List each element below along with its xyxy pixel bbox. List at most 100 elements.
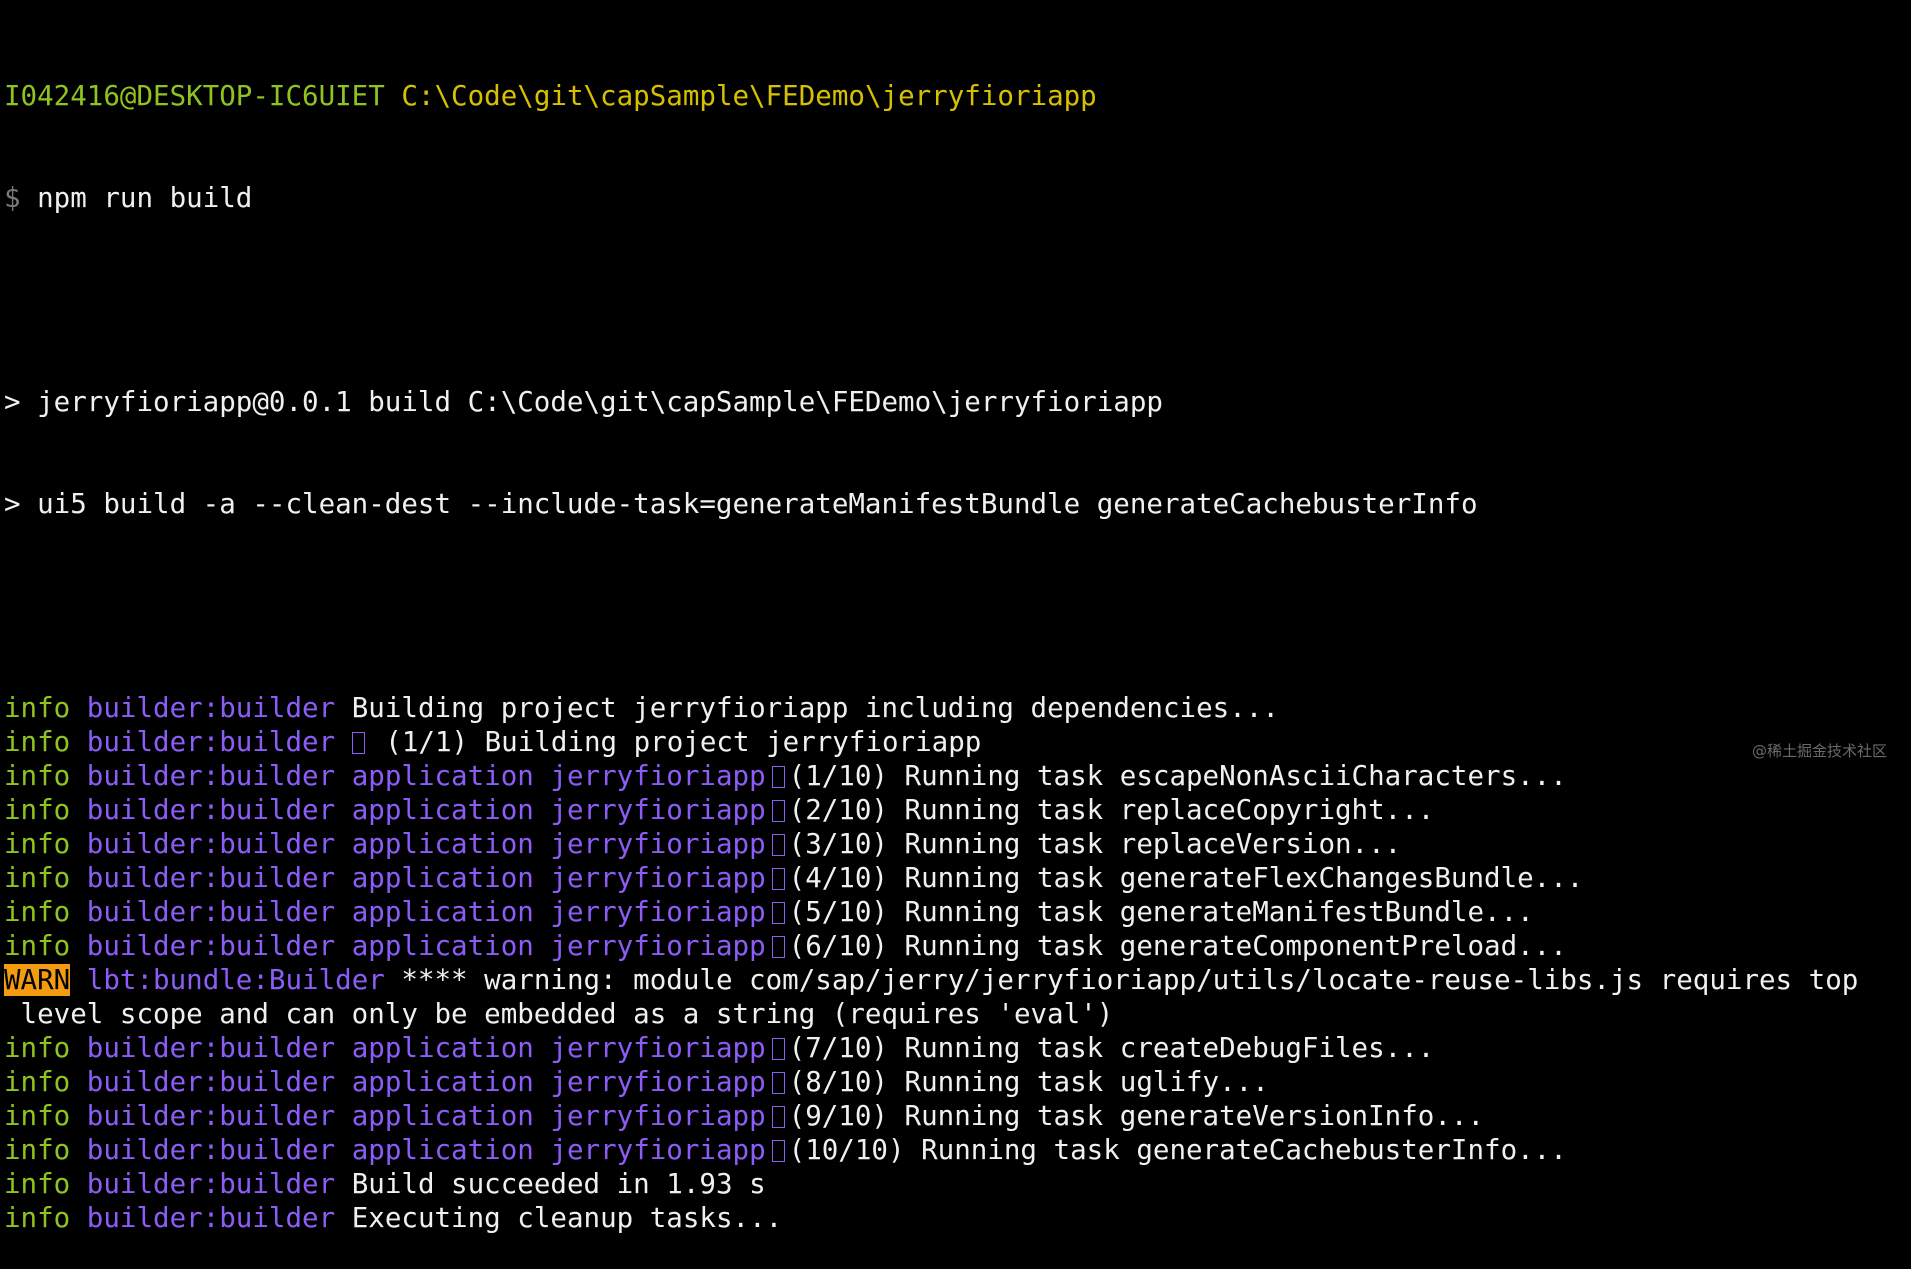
log-message: (1/10) Running task escapeNonAsciiCharac… xyxy=(788,760,1567,792)
terminal-output[interactable]: I042416@DESKTOP-IC6UIET C:\Code\git\capS… xyxy=(4,11,1909,1269)
log-project: jerryfioriapp xyxy=(550,760,766,792)
log-message: (1/1) Building project jerryfioriapp xyxy=(385,726,982,758)
log-line: info builder:builder (1/1) Building proj… xyxy=(4,725,1909,759)
log-level: info xyxy=(4,726,71,758)
log-message: (5/10) Running task generateManifestBund… xyxy=(788,896,1534,928)
log-project: jerryfioriapp xyxy=(550,930,766,962)
log-module: builder:builder xyxy=(86,1100,336,1132)
log-module: builder:builder xyxy=(86,1134,336,1166)
log-message: (6/10) Running task generateComponentPre… xyxy=(788,930,1567,962)
log-module: builder:builder xyxy=(86,930,336,962)
missing-glyph-box-icon xyxy=(771,1038,785,1060)
log-line-continuation: level scope and can only be embedded as … xyxy=(4,997,1909,1031)
log-application: application xyxy=(351,794,534,826)
log-module: builder:builder xyxy=(86,726,336,758)
log-level: info xyxy=(4,794,71,826)
log-application: application xyxy=(351,896,534,928)
log-line: info builder:builder application jerryfi… xyxy=(4,827,1909,861)
log-line: info builder:builder application jerryfi… xyxy=(4,929,1909,963)
missing-glyph-box-icon xyxy=(771,1140,785,1162)
log-level: info xyxy=(4,1032,71,1064)
build-log: info builder:builder Building project je… xyxy=(4,691,1909,1235)
log-line: info builder:builder application jerryfi… xyxy=(4,1099,1909,1133)
log-level: info xyxy=(4,760,71,792)
log-project: jerryfioriapp xyxy=(550,794,766,826)
command-line: $ npm run build xyxy=(4,181,1909,215)
log-project: jerryfioriapp xyxy=(550,1032,766,1064)
missing-glyph-box-icon xyxy=(771,766,785,788)
log-line: info builder:builder Building project je… xyxy=(4,691,1909,725)
log-module: builder:builder xyxy=(86,1066,336,1098)
log-project: jerryfioriapp xyxy=(550,1134,766,1166)
log-application: application xyxy=(351,1134,534,1166)
log-application: application xyxy=(351,1066,534,1098)
log-level: info xyxy=(4,896,71,928)
log-application: application xyxy=(351,1032,534,1064)
log-application: application xyxy=(351,760,534,792)
log-message: **** warning: module com/sap/jerry/jerry… xyxy=(401,964,1859,996)
log-line: info builder:builder application jerryfi… xyxy=(4,759,1909,793)
warn-badge: WARN xyxy=(4,964,71,996)
log-application: application xyxy=(351,1100,534,1132)
missing-glyph-box-icon xyxy=(771,834,785,856)
log-application: application xyxy=(351,828,534,860)
log-module: builder:builder xyxy=(86,862,336,894)
log-message: (7/10) Running task createDebugFiles... xyxy=(788,1032,1435,1064)
log-module: lbt:bundle:Builder xyxy=(86,964,385,996)
log-message: (8/10) Running task uglify... xyxy=(788,1066,1269,1098)
missing-glyph-box-icon xyxy=(771,1106,785,1128)
missing-glyph-box-icon xyxy=(771,868,785,890)
log-module: builder:builder xyxy=(86,794,336,826)
log-level: info xyxy=(4,1100,71,1132)
missing-glyph-box-icon xyxy=(771,936,785,958)
log-line: info builder:builder Executing cleanup t… xyxy=(4,1201,1909,1235)
prompt-line: I042416@DESKTOP-IC6UIET C:\Code\git\capS… xyxy=(4,79,1909,113)
log-message: (4/10) Running task generateFlexChangesB… xyxy=(788,862,1584,894)
log-level: info xyxy=(4,930,71,962)
log-module: builder:builder xyxy=(86,896,336,928)
log-level: info xyxy=(4,1168,71,1200)
log-line: info builder:builder application jerryfi… xyxy=(4,1031,1909,1065)
log-module: builder:builder xyxy=(86,828,336,860)
log-project: jerryfioriapp xyxy=(550,828,766,860)
missing-glyph-box-icon xyxy=(771,1072,785,1094)
log-level: info xyxy=(4,1134,71,1166)
log-level: info xyxy=(4,1066,71,1098)
log-message: Executing cleanup tasks... xyxy=(351,1202,783,1234)
log-message: (10/10) Running task generateCachebuster… xyxy=(788,1134,1567,1166)
missing-glyph-box-icon xyxy=(771,902,785,924)
missing-glyph-box-icon xyxy=(771,800,785,822)
log-message: (2/10) Running task replaceCopyright... xyxy=(788,794,1435,826)
log-line: info builder:builder application jerryfi… xyxy=(4,861,1909,895)
log-module: builder:builder xyxy=(86,1202,336,1234)
log-level: info xyxy=(4,828,71,860)
log-line: info builder:builder application jerryfi… xyxy=(4,793,1909,827)
log-application: application xyxy=(351,930,534,962)
log-message: (9/10) Running task generateVersionInfo.… xyxy=(788,1100,1485,1132)
log-line: info builder:builder Build succeeded in … xyxy=(4,1167,1909,1201)
log-line: WARN lbt:bundle:Builder **** warning: mo… xyxy=(4,963,1909,997)
log-line: info builder:builder application jerryfi… xyxy=(4,1133,1909,1167)
log-module: builder:builder xyxy=(86,1168,336,1200)
prompt-path: C:\Code\git\capSample\FEDemo\jerryfioria… xyxy=(401,80,1097,112)
npm-output-line: > jerryfioriapp@0.0.1 build C:\Code\git\… xyxy=(4,386,1163,418)
watermark: @稀土掘金技术社区 xyxy=(1751,742,1887,760)
log-line: info builder:builder application jerryfi… xyxy=(4,1065,1909,1099)
log-message: Build succeeded in 1.93 s xyxy=(351,1168,766,1200)
log-level: info xyxy=(4,692,71,724)
command-text: npm run build xyxy=(37,182,253,214)
missing-glyph-box-icon xyxy=(351,732,365,754)
log-project: jerryfioriapp xyxy=(550,1100,766,1132)
log-message: (3/10) Running task replaceVersion... xyxy=(788,828,1402,860)
log-line: info builder:builder application jerryfi… xyxy=(4,895,1909,929)
log-module: builder:builder xyxy=(86,1032,336,1064)
log-level: info xyxy=(4,1202,71,1234)
log-project: jerryfioriapp xyxy=(550,862,766,894)
log-message: Building project jerryfioriapp including… xyxy=(351,692,1279,724)
log-module: builder:builder xyxy=(86,692,336,724)
log-module: builder:builder xyxy=(86,760,336,792)
npm-output-line: > ui5 build -a --clean-dest --include-ta… xyxy=(4,488,1478,520)
prompt-dollar: $ xyxy=(4,182,21,214)
